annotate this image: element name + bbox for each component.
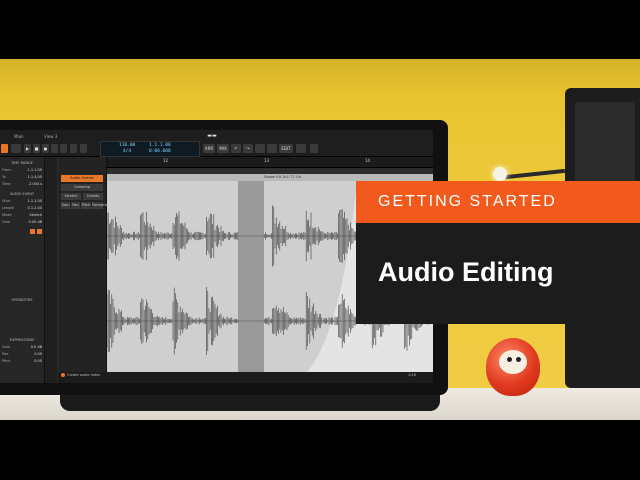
redo-button[interactable]: ↷ [243, 144, 253, 153]
side-column [45, 157, 57, 383]
paste-button[interactable] [267, 144, 277, 153]
speaker-cone [575, 102, 635, 192]
detail-editor-sidebar: Audio Events Comping Stretch Onsets Gain… [58, 157, 107, 383]
letterbox-bottom [0, 420, 640, 480]
tab-pan[interactable]: Pan [71, 202, 80, 209]
transport-display[interactable]: 110.00 4/4 1.1.1.00 0:00.000 [100, 141, 200, 157]
inspector-row: Pan 0.00 [2, 352, 42, 356]
letterbox-top [0, 0, 640, 59]
record-button[interactable]: ● [42, 144, 49, 153]
ruler-mark: 14 [365, 158, 371, 163]
edit-view-button[interactable]: EDIT [279, 144, 293, 153]
copy-button[interactable] [255, 144, 265, 153]
zoom-readout[interactable]: 1/16 [408, 373, 416, 377]
stop-button[interactable]: ■ [33, 144, 40, 153]
tab-gain[interactable]: Gain [61, 202, 70, 209]
daruma-eye [507, 357, 512, 362]
monitor-stand [60, 395, 440, 411]
timeline-ruler[interactable]: 12 13 14 [107, 157, 433, 168]
tab-view-3[interactable]: View 3 [44, 133, 57, 140]
loop-button[interactable] [51, 144, 58, 153]
inspector-row: Start 1.1.1.00 [2, 199, 42, 203]
title-text: Audio Editing [378, 257, 554, 287]
mute-toggle[interactable] [30, 229, 35, 234]
overdub-button[interactable] [70, 144, 77, 153]
video-frame: Main View 3 ▶ ■ ● 110.00 4/4 1.1.1.00 0:… [0, 0, 640, 480]
daw-toolbar: Main View 3 ▶ ■ ● 110.00 4/4 1.1.1.00 0:… [0, 130, 433, 157]
audio-event-header: AUDIO EVENT [9, 192, 35, 196]
arrange-view-button[interactable]: ARR [203, 144, 215, 153]
tab-pitch[interactable]: Pitch [81, 202, 91, 209]
undo-button[interactable]: ↶ [231, 144, 241, 153]
inspector-row: Pitch 0.00 [2, 359, 42, 363]
inspector-row: Gain 0.0 dB [2, 345, 42, 349]
daruma-eye [516, 357, 521, 362]
inspector-row: Gain 0.00 dB [2, 220, 42, 224]
event-gap [238, 181, 264, 372]
automation-button[interactable] [80, 144, 87, 153]
inspector-panel: TIME RANGE From 1.1.1.00 To 1.1.4.00 Time 2… [0, 157, 45, 383]
time-readout[interactable]: 0:00.000 [149, 149, 171, 154]
daruma-face [499, 350, 527, 374]
kicker-text: GETTING STARTED [378, 193, 557, 210]
title-kicker-card: GETTING STARTED [356, 181, 640, 223]
desk-lamp [493, 167, 507, 181]
status-text: Create audio fades [67, 373, 101, 377]
fade-tool-icon[interactable] [61, 373, 65, 377]
reverse-toggle[interactable] [37, 229, 42, 234]
snap-button[interactable] [296, 144, 306, 153]
position-readout[interactable]: 1.1.1.00 [149, 143, 171, 148]
tab-comping[interactable]: Comping [61, 184, 103, 191]
play-mode-button[interactable] [11, 144, 21, 153]
tab-main[interactable]: Main [14, 133, 24, 140]
time-signature-readout[interactable]: 4/4 [123, 149, 131, 154]
inspector-row: To 1.1.4.00 [2, 175, 42, 179]
app-logo-icon: ▬▬ [207, 133, 217, 139]
clip-name: Steam Kit 1b2 77-0.b [264, 175, 302, 179]
metronome-button[interactable] [60, 144, 67, 153]
status-bar [58, 372, 433, 383]
inspector-row: Length 0.1.2.00 [2, 206, 42, 210]
tab-onsets[interactable]: Onsets [83, 193, 103, 200]
mix-view-button[interactable]: MIX [217, 144, 229, 153]
time-range-header: TIME RANGE [11, 161, 33, 165]
tab-audio-events[interactable]: Audio Events [61, 175, 103, 182]
ruler-mark: 13 [264, 158, 270, 163]
inspector-row: Mode Stretch [2, 213, 42, 217]
tempo-readout[interactable]: 110.00 [119, 143, 135, 148]
wall-shadow [0, 59, 640, 99]
tab-formant[interactable]: Formant [92, 202, 107, 209]
tab-stretch[interactable]: Stretch [61, 193, 81, 200]
title-card: Audio Editing [356, 223, 640, 324]
menu-button[interactable] [1, 144, 8, 153]
grid-button[interactable] [310, 144, 318, 153]
play-button[interactable]: ▶ [24, 144, 31, 153]
expressions-header: EXPRESSIONS [9, 338, 35, 342]
ruler-mark: 12 [163, 158, 169, 163]
operators-header: OPERATORS [11, 298, 33, 302]
inspector-row: Time 2.004 s [2, 182, 42, 186]
inspector-row: From 1.1.1.00 [2, 168, 42, 172]
